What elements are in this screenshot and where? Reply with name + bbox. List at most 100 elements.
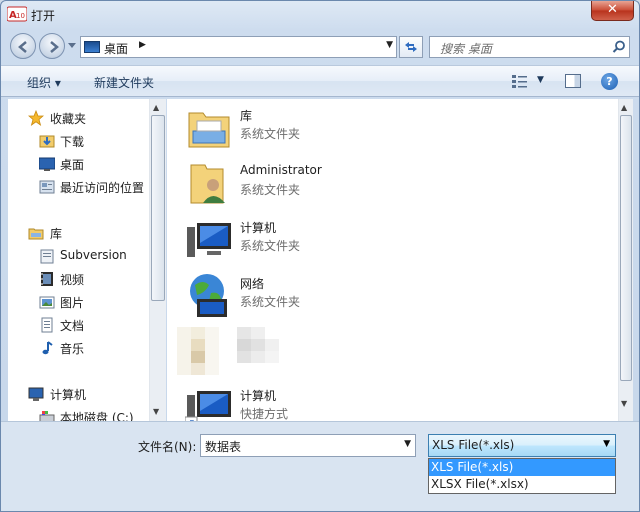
desktop-icon	[39, 157, 55, 171]
sidebar-item-recent-places[interactable]: 最近访问的位置	[8, 176, 156, 198]
organize-button[interactable]: 组织 ▾	[27, 74, 61, 91]
sidebar-item-label: 收藏夹	[50, 112, 87, 126]
forward-button[interactable]	[39, 33, 65, 59]
scrollbar-thumb[interactable]	[151, 115, 165, 301]
sidebar-item-label: 文档	[60, 319, 85, 333]
filetype-value: XLS File(*.xls)	[432, 438, 515, 452]
download-folder-icon	[39, 135, 55, 148]
back-arrow-icon	[18, 41, 27, 53]
pictures-icon	[39, 296, 55, 309]
redacted-item-icon	[177, 327, 279, 375]
new-folder-button[interactable]: 新建文件夹	[94, 74, 154, 91]
help-icon[interactable]: ?	[601, 73, 618, 90]
file-type: 系统文件夹	[240, 295, 301, 309]
sidebar-item-label: 库	[50, 227, 63, 241]
filetype-option-xls[interactable]: XLS File(*.xls)	[429, 459, 615, 476]
list-item[interactable]: 计算机 系统文件夹	[185, 215, 585, 265]
dialog-footer: 文件名(N): 数据表 ▼ XLS File(*.xls) ▼ XLS File…	[1, 421, 639, 511]
sidebar-item-libraries[interactable]: 库	[8, 222, 156, 244]
video-icon	[41, 272, 53, 286]
scroll-down-arrow-icon[interactable]: ▼	[153, 407, 159, 416]
list-item[interactable]: Administrator 系统文件夹	[185, 159, 585, 209]
address-bar[interactable]: 桌面 ▶ ▼	[80, 36, 397, 58]
sidebar-item-videos[interactable]: 视频	[8, 268, 156, 290]
navigation-pane-scrollbar[interactable]: ▲ ▼	[149, 99, 166, 421]
filename-field[interactable]: 数据表 ▼	[200, 434, 416, 457]
file-list-scrollbar[interactable]: ▲ ▼	[618, 99, 633, 421]
list-item[interactable]: 库 系统文件夹	[185, 103, 585, 153]
refresh-icon	[405, 42, 417, 52]
sidebar-item-label: 音乐	[60, 342, 85, 356]
address-dropdown-icon[interactable]: ▼	[386, 40, 393, 50]
sidebar-item-label: Subversion	[60, 248, 127, 262]
scroll-up-arrow-icon[interactable]: ▲	[153, 103, 159, 112]
music-icon	[42, 341, 53, 355]
computer-shortcut-icon	[185, 391, 231, 421]
sidebar-item-favorites[interactable]: 收藏夹	[8, 107, 156, 129]
scroll-down-arrow-icon[interactable]: ▼	[621, 399, 627, 408]
address-location[interactable]: 桌面	[104, 40, 128, 57]
file-type: 系统文件夹	[240, 127, 301, 141]
navigation-pane: 收藏夹 下载 桌面 最近访问的位置 库 Subversion 视频 图片 文档 …	[8, 99, 166, 421]
sidebar-item-computer[interactable]: 计算机	[8, 383, 156, 405]
filename-value[interactable]: 数据表	[205, 438, 241, 455]
sidebar-item-label: 最近访问的位置	[60, 181, 145, 195]
open-dialog: A 10 打开 ✕ 桌面 ▶ ▼ 搜索 桌面 组织 ▾ 新建文件夹 ▼ ? 收藏…	[0, 0, 640, 512]
title-bar[interactable]: A 10 打开 ✕	[1, 1, 639, 29]
scroll-up-arrow-icon[interactable]: ▲	[621, 103, 627, 112]
sidebar-item-downloads[interactable]: 下载	[8, 130, 156, 152]
file-name: Administrator	[240, 163, 322, 177]
star-icon	[28, 110, 44, 126]
back-button[interactable]	[10, 33, 36, 59]
list-item[interactable]: 计算机 快捷方式	[185, 383, 585, 421]
address-row: 桌面 ▶ ▼ 搜索 桌面	[1, 31, 639, 63]
file-name: 计算机	[240, 389, 277, 403]
computer-icon	[28, 387, 44, 401]
search-placeholder: 搜索 桌面	[440, 42, 492, 56]
filename-label: 文件名(N):	[138, 440, 197, 454]
command-bar: 组织 ▾ 新建文件夹 ▼ ?	[1, 65, 639, 97]
network-icon	[190, 274, 227, 317]
library-icon	[28, 228, 44, 240]
sidebar-item-local-disk-c[interactable]: 本地磁盘 (C:)	[8, 406, 156, 421]
scrollbar-thumb[interactable]	[620, 115, 632, 381]
search-icon[interactable]	[612, 40, 626, 54]
search-input[interactable]: 搜索 桌面	[429, 36, 630, 58]
filetype-select[interactable]: XLS File(*.xls) ▼	[428, 434, 616, 457]
refresh-button[interactable]	[399, 36, 423, 58]
filetype-dropdown-icon[interactable]: ▼	[603, 439, 610, 449]
list-item[interactable]: 网络 系统文件夹	[185, 271, 585, 321]
sidebar-item-label: 桌面	[60, 158, 85, 172]
drive-icon	[39, 411, 55, 421]
sidebar-item-label: 视频	[60, 273, 85, 287]
view-options-dropdown-icon[interactable]: ▼	[537, 75, 544, 85]
sidebar-item-label: 下载	[60, 135, 85, 149]
folder-icon	[40, 249, 54, 264]
filename-dropdown-icon[interactable]: ▼	[404, 439, 411, 449]
sidebar-item-subversion[interactable]: Subversion	[8, 245, 156, 267]
change-view-icon[interactable]	[511, 74, 529, 89]
user-folder-icon	[190, 164, 225, 204]
file-name: 库	[240, 109, 253, 123]
sidebar-item-documents[interactable]: 文档	[8, 314, 156, 336]
svg-text:10: 10	[16, 12, 25, 20]
filetype-option-xlsx[interactable]: XLSX File(*.xlsx)	[429, 476, 615, 493]
window-title: 打开	[31, 9, 56, 23]
desktop-icon	[84, 41, 100, 53]
sidebar-item-label: 图片	[60, 296, 85, 310]
file-name: 计算机	[240, 221, 277, 235]
sidebar-item-label: 计算机	[50, 388, 87, 402]
forward-arrow-icon	[50, 41, 59, 53]
recent-pages-dropdown-icon[interactable]	[68, 43, 76, 49]
sidebar-item-pictures[interactable]: 图片	[8, 291, 156, 313]
file-type: 系统文件夹	[240, 183, 301, 197]
sidebar-item-desktop[interactable]: 桌面	[8, 153, 156, 175]
preview-pane-icon[interactable]	[565, 74, 581, 88]
breadcrumb-arrow-icon[interactable]: ▶	[139, 40, 146, 50]
documents-icon	[41, 317, 53, 333]
sidebar-item-music[interactable]: 音乐	[8, 337, 156, 359]
close-button[interactable]: ✕	[591, 1, 634, 21]
library-folder-icon	[188, 112, 230, 148]
file-type: 系统文件夹	[240, 239, 301, 253]
file-type: 快捷方式	[240, 407, 289, 421]
